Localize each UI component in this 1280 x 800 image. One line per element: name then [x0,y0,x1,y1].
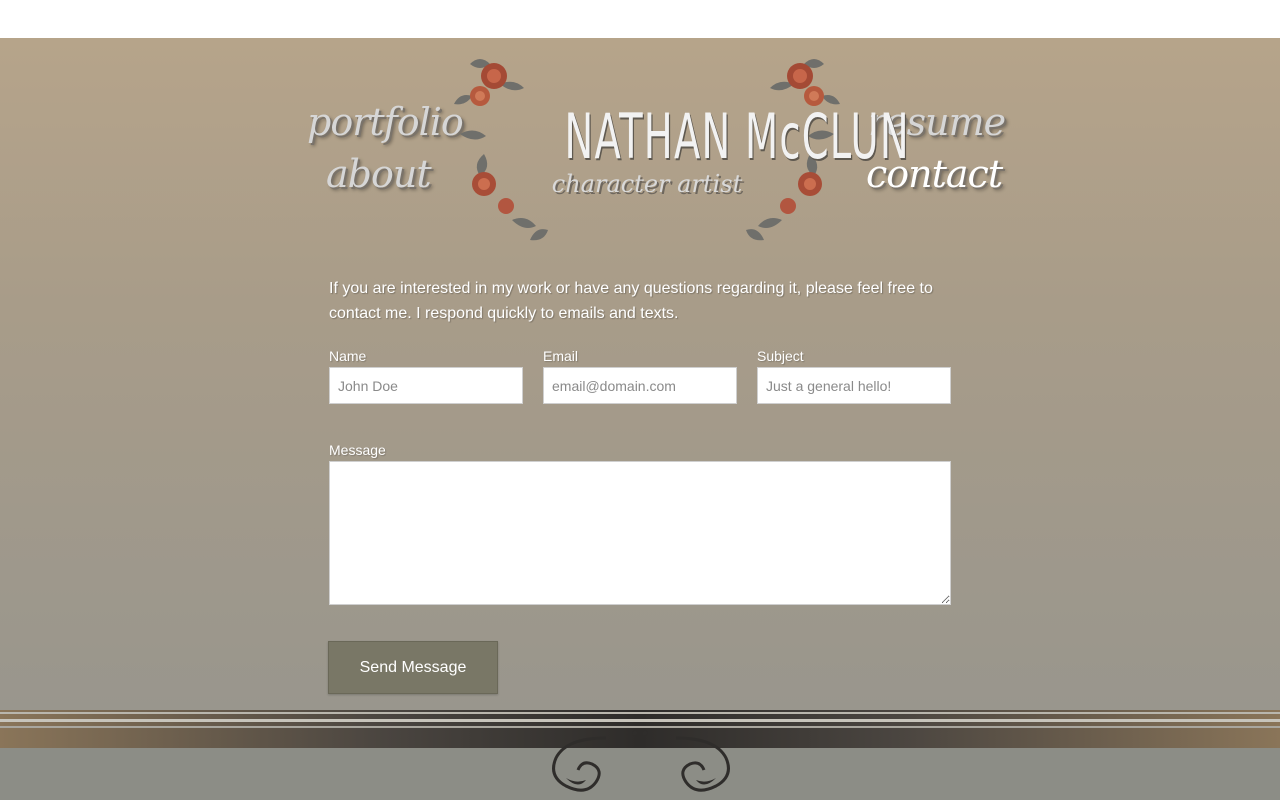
email-label: Email [543,348,579,364]
subject-input[interactable] [757,367,951,404]
message-textarea[interactable] [329,461,951,605]
name-label: Name [329,348,367,364]
subject-label: Subject [757,348,804,364]
logo-subtitle: character artist [551,170,743,198]
site-logo[interactable]: NATHAN McCLUN character artist [440,44,910,250]
scroll-ornament-icon [552,730,730,792]
logo-name: NATHAN McCLUN [564,100,910,173]
browser-top-strip [0,0,1280,38]
message-label: Message [329,442,386,458]
page-content: portfolio about resume contact NATHAN Mc… [0,38,1280,710]
footer [0,710,1280,800]
name-input[interactable] [329,367,523,404]
email-input[interactable] [543,367,737,404]
intro-text: If you are interested in my work or have… [329,280,933,322]
nav-link-about[interactable]: about [326,152,432,196]
send-message-button[interactable]: Send Message [328,641,498,694]
